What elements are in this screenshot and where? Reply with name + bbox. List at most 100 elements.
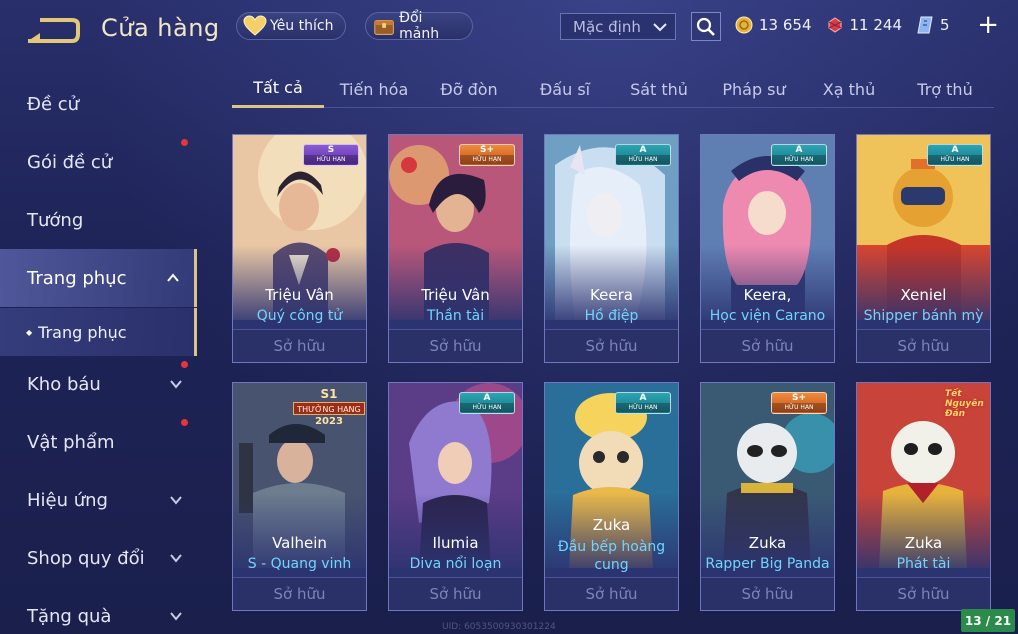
tab-fighter[interactable]: Đấu sĩ [520,70,610,108]
tab-support[interactable]: Trợ thủ [900,70,990,108]
sort-dropdown[interactable]: Mặc định [560,13,676,40]
uid-watermark: UID: 6053500930301224 [442,622,556,632]
tier-badge: S+ HỮU HẠN [459,144,515,166]
sidebar-item-label: Shop quy đổi [27,547,145,569]
skin-name-line2: cung [594,557,629,573]
ruby-balance: 11 244 [826,16,903,34]
voucher-icon [917,16,933,34]
owned-status: Sở hữu [389,329,522,362]
sidebar-item-featured-packs[interactable]: Gói đề cử [0,133,197,191]
sidebar-item-label: Đề cử [27,93,80,115]
sidebar-item-treasure[interactable]: Kho báu [0,355,197,413]
tier-badge: S+ HỮU HẠN [771,392,827,414]
hero-name: Triệu Vân [265,286,334,304]
skin-name: S - Quang vinh [247,556,352,572]
skin-card[interactable]: S HỮU HẠN Triệu Vân Quý công tử Sở hữu [232,134,367,363]
tab-mage[interactable]: Pháp sư [709,70,799,108]
hero-name: Valhein [272,534,327,552]
sidebar-item-gift[interactable]: Tặng quà [0,587,197,634]
tier-badge: S HỮU HẠN [303,144,359,166]
skin-card[interactable]: A HỮU HẠN Keera Hồ điệp Sở hữu [544,134,679,363]
skin-name: Quý công tử [256,308,343,324]
skin-card[interactable]: Tết Nguyên Đán Zuka Phát tài Sở hữu [856,382,991,611]
voucher-value: 5 [940,16,950,34]
tier-badge: A HỮU HẠN [459,392,515,414]
owned-status: Sở hữu [389,577,522,610]
search-button[interactable] [691,12,721,41]
sidebar-item-heroes[interactable]: Tướng [0,191,197,249]
sidebar-item-items[interactable]: Vật phẩm [0,413,197,471]
sidebar-item-effects[interactable]: Hiệu ứng [0,471,197,529]
gold-value: 13 654 [759,16,812,34]
chevron-down-icon [653,22,667,31]
favorites-label: Yêu thích [270,18,334,34]
chevron-down-icon [170,554,182,563]
skin-name: Học viện Carano [709,308,826,324]
skin-name-line1: Đầu bếp hoàng [557,539,666,555]
hero-name: Zuka [904,534,943,552]
skin-name: Diva nổi loạn [409,556,502,572]
sidebar-subitem-label: Trang phục [38,322,127,342]
sidebar-item-label: Tặng quà [27,605,112,627]
hero-name: Triệu Vân [421,286,490,304]
add-currency-button[interactable]: + [977,12,999,38]
tab-tank[interactable]: Đỡ đòn [424,70,514,108]
tier-badge: A HỮU HẠN [927,144,983,166]
hero-name: Keera [590,286,633,304]
hero-name: Ilumia [432,534,479,552]
chevron-down-icon [170,612,182,621]
skin-card[interactable]: A HỮU HẠN Ilumia Diva nổi loạn Sở hữu [388,382,523,611]
owned-status: Sở hữu [233,329,366,362]
sidebar-item-label: Trang phục [27,267,127,289]
hero-name: Keera, [743,286,792,304]
skin-name: Phát tài [896,556,951,572]
owned-status: Sở hữu [701,329,834,362]
sidebar-subitem-skins[interactable]: ◆ Trang phục [0,308,197,356]
skin-card[interactable]: A HỮU HẠN Xeniel Shipper bánh mỳ Sở hữu [856,134,991,363]
back-button[interactable] [26,17,80,45]
sort-selected-value: Mặc định [573,17,641,36]
exchange-fragments-button[interactable]: Đổi mảnh [365,10,473,42]
skin-card[interactable]: S1 THƯỞNG HẠNG 2023 Valhein S - Quang vi… [232,382,367,611]
skin-name: Rapper Big Panda [705,556,830,572]
page-counter: 13 / 21 [961,609,1015,632]
notification-dot [181,139,188,146]
tier-badge: A HỮU HẠN [771,144,827,166]
search-icon [696,17,715,36]
gold-coin-icon [735,16,753,34]
tab-marksman[interactable]: Xạ thủ [804,70,894,108]
sidebar-item-label: Vật phẩm [27,431,115,453]
sidebar-item-label: Tướng [27,209,84,231]
tab-all[interactable]: Tất cả [232,70,324,108]
skin-grid: S HỮU HẠN Triệu Vân Quý công tử Sở hữu S… [232,134,994,634]
top-bar: Cửa hàng Yêu thích Đổi mảnh Mặc định 13 … [0,0,1018,60]
chevron-down-icon [170,496,182,505]
notification-dot [181,361,188,368]
tab-assassin[interactable]: Sát thủ [614,70,704,108]
ruby-icon [828,17,841,33]
ruby-value: 11 244 [849,16,903,34]
voucher-balance: 5 [916,15,950,35]
sidebar-item-skins[interactable]: Trang phục [0,249,197,307]
skin-card[interactable]: A HỮU HẠN Zuka Đầu bếp hoàng cung Sở hữu [544,382,679,611]
tab-evolution[interactable]: Tiến hóa [329,70,419,108]
owned-status: Sở hữu [857,329,990,362]
hero-name: Zuka [592,516,631,534]
skin-card[interactable]: A HỮU HẠN Keera, Học viện Carano Sở hữu [700,134,835,363]
back-arrow-icon [28,18,80,43]
chevron-up-icon [167,273,179,282]
sidebar-item-featured[interactable]: Đề cử [0,75,197,133]
hero-name: Xeniel [900,286,947,304]
tier-badge: A HỮU HẠN [615,144,671,166]
heart-icon [243,15,267,36]
notification-dot [181,419,188,426]
sidebar: Đề cử Gói đề cử Tướng Trang phục ◆ Trang… [0,75,197,634]
skin-card[interactable]: S+ HỮU HẠN Triệu Vân Thần tài Sở hữu [388,134,523,363]
rank-reward-badge: S1 THƯỞNG HẠNG 2023 [293,387,365,429]
sidebar-item-exchange-shop[interactable]: Shop quy đổi [0,529,197,587]
skin-name: Thần tài [426,308,485,324]
sidebar-item-label: Gói đề cử [27,151,113,173]
favorites-button[interactable]: Yêu thích [236,12,346,40]
skin-card[interactable]: S+ HỮU HẠN Zuka Rapper Big Panda Sở hữu [700,382,835,611]
skin-name: Hồ điệp [584,308,639,324]
